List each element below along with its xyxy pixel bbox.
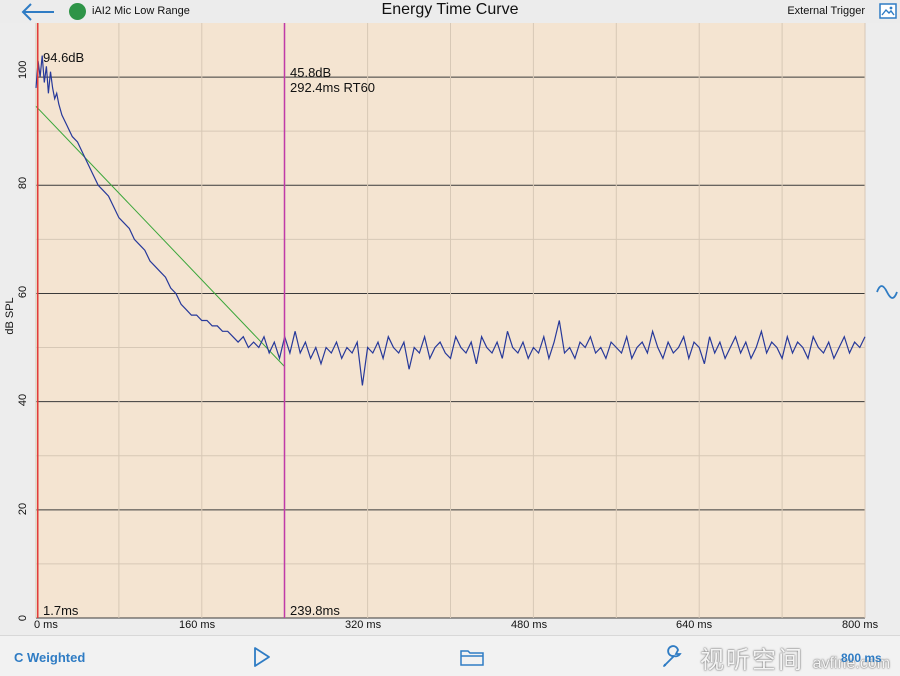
rt-time-label: 239.8ms	[290, 603, 340, 618]
sine-wave-icon[interactable]	[876, 283, 898, 301]
c-weighted-button[interactable]: C Weighted	[14, 650, 85, 665]
energy-time-plot[interactable]: 94.6dB 1.7ms 45.8dB 292.4ms RT60 239.8ms	[0, 0, 900, 635]
wrench-icon[interactable]	[660, 644, 686, 670]
start-level-label: 94.6dB	[43, 50, 84, 65]
watermark-text: 视听空间	[700, 647, 804, 674]
rt60-value-label: 292.4ms RT60	[290, 80, 375, 95]
start-time-label: 1.7ms	[43, 603, 79, 618]
rt-level-label: 45.8dB	[290, 65, 331, 80]
bottom-toolbar: C Weighted 视听空间 avfine.com 800 ms	[0, 635, 900, 676]
time-range-button[interactable]: 800 ms	[841, 651, 882, 665]
play-icon[interactable]	[252, 646, 272, 668]
folder-icon[interactable]	[459, 647, 485, 667]
